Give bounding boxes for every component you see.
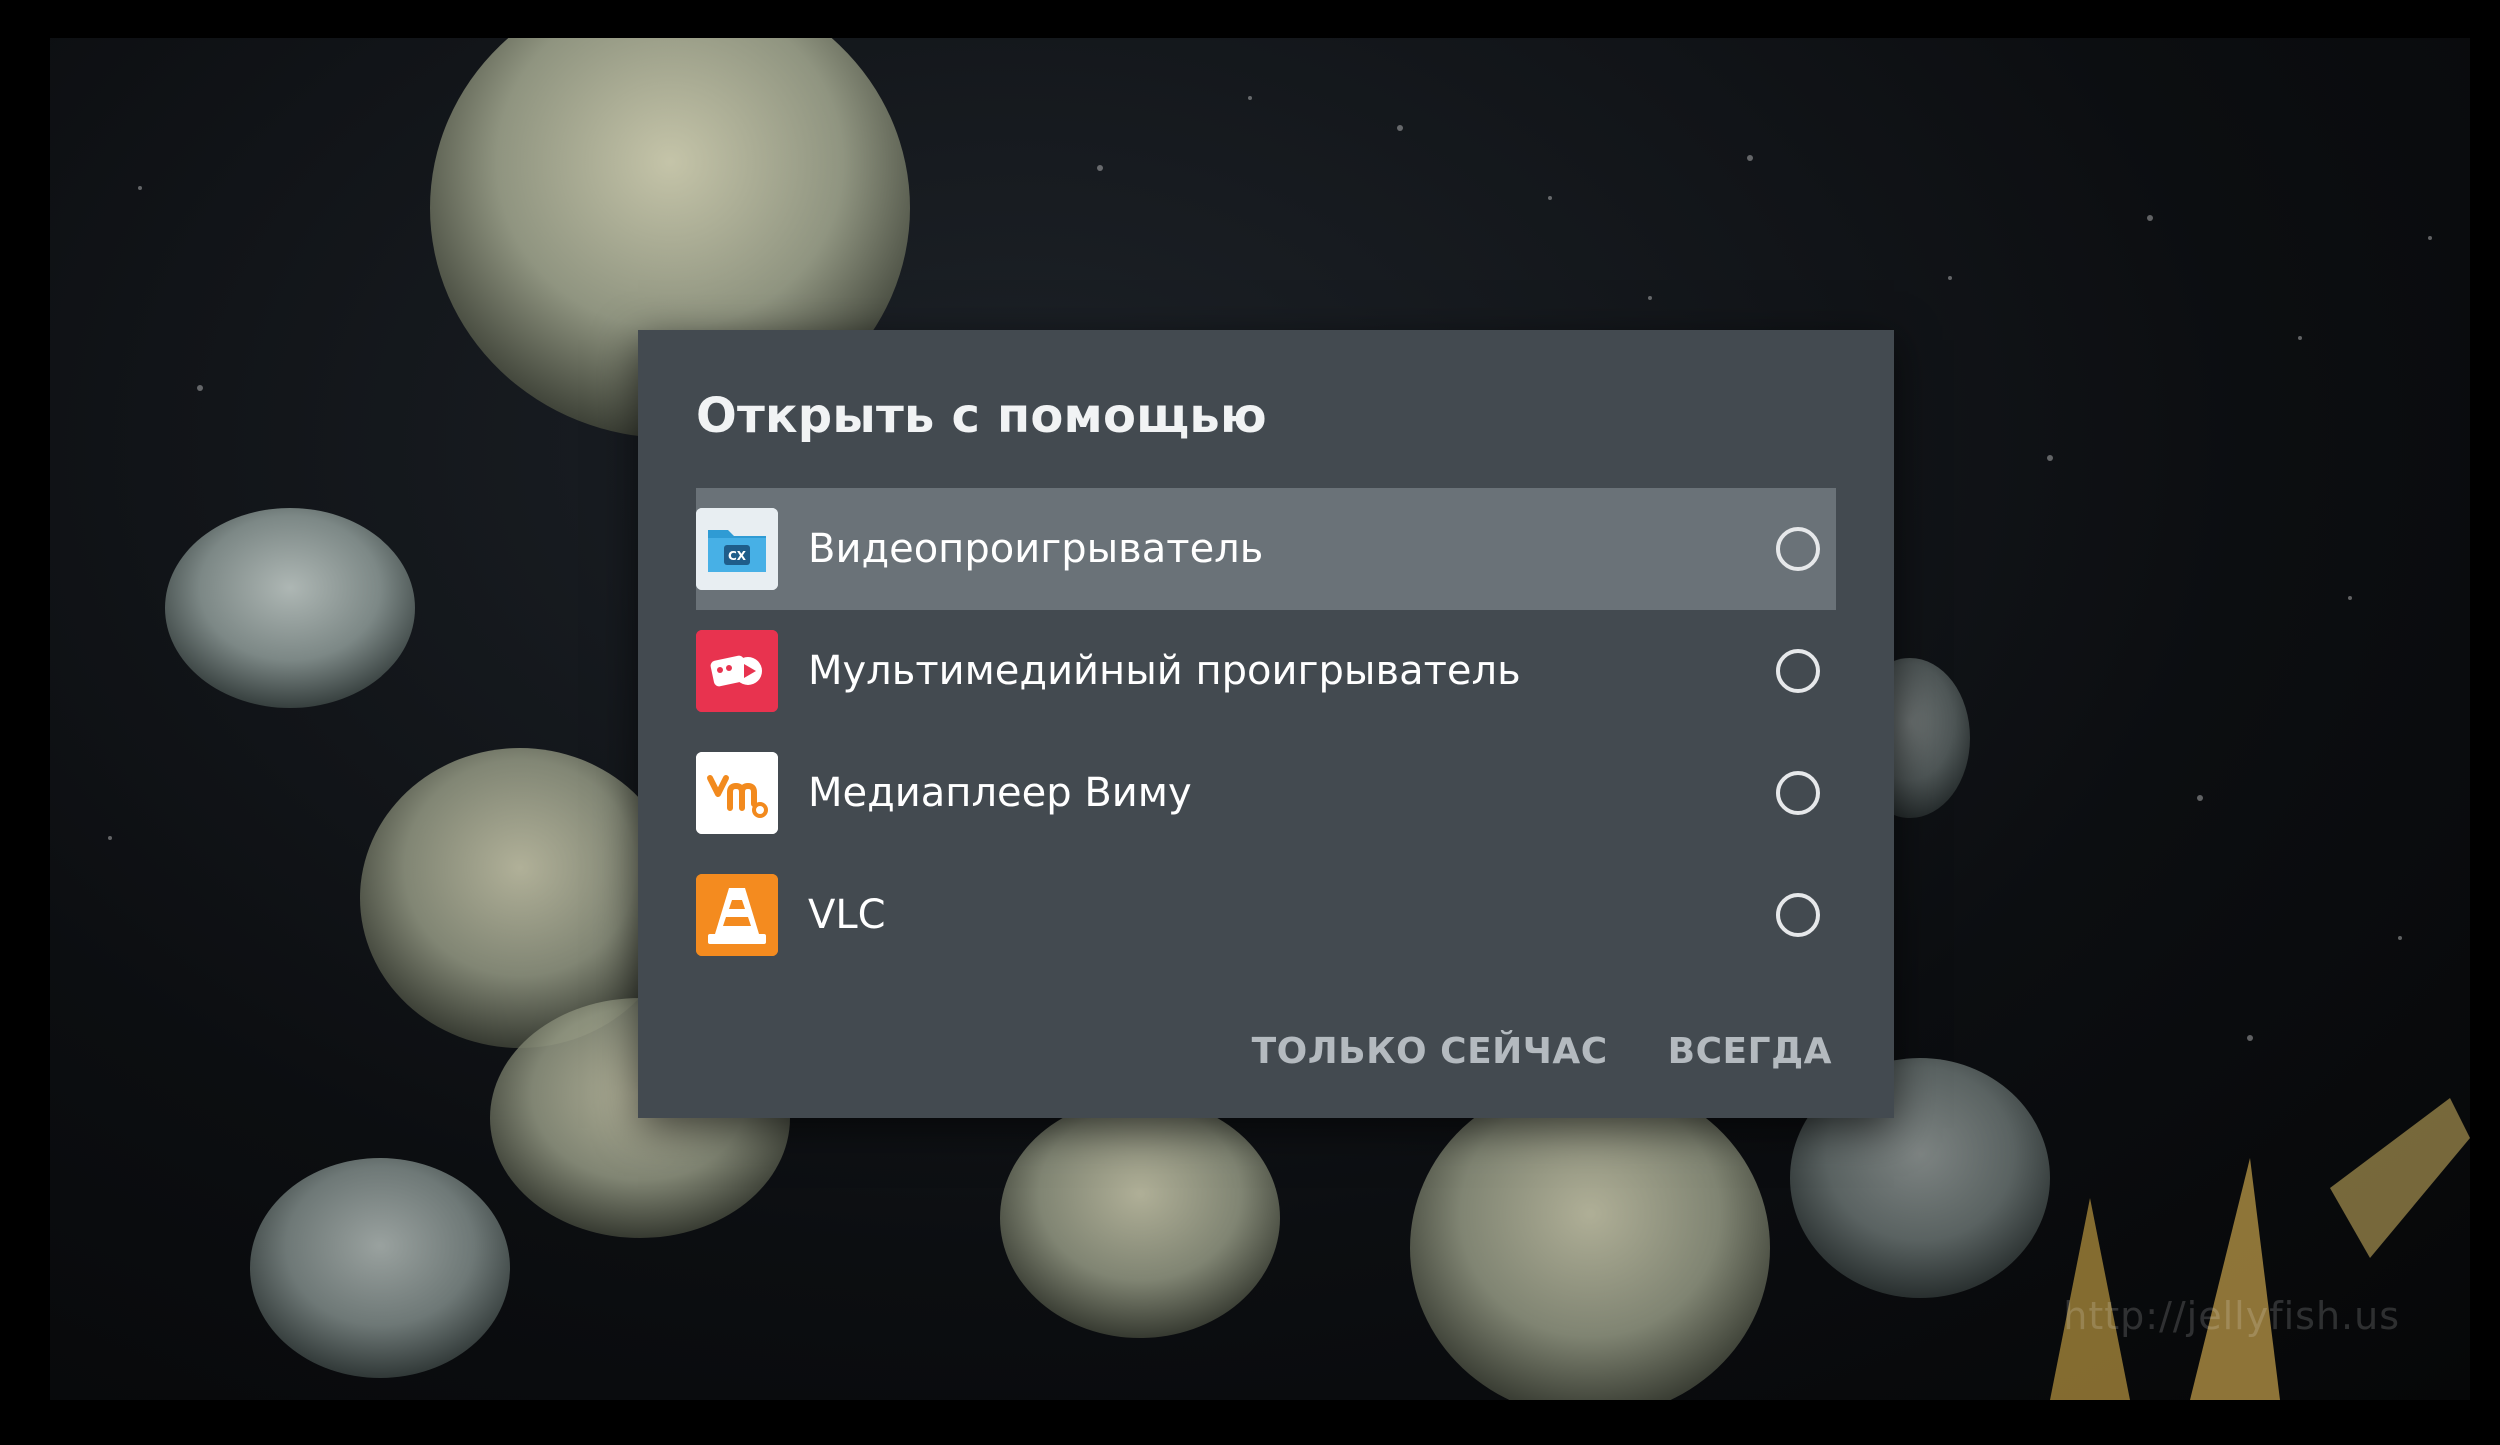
dialog-title: Открыть с помощью [696, 388, 1267, 444]
always-button[interactable]: ВСЕГДА [1668, 1031, 1832, 1072]
radio-button[interactable] [1776, 649, 1820, 693]
open-with-dialog: Открыть с помощью CX Видеопроигрыватель [638, 330, 1894, 1118]
radio-button[interactable] [1776, 893, 1820, 937]
vimu-icon [696, 752, 778, 834]
app-list: CX Видеопроигрыватель Мультимедийный про… [696, 488, 1836, 976]
app-item-vimu[interactable]: Медиаплеер Виму [696, 732, 1836, 854]
folder-cx-icon: CX [696, 508, 778, 590]
just-once-button[interactable]: ТОЛЬКО СЕЙЧАС [1252, 1031, 1608, 1072]
app-item-vlc[interactable]: VLC [696, 854, 1836, 976]
radio-button[interactable] [1776, 527, 1820, 571]
app-label: Видеопроигрыватель [808, 526, 1264, 572]
multimedia-player-icon [696, 630, 778, 712]
app-item-video-player[interactable]: CX Видеопроигрыватель [696, 488, 1836, 610]
svg-text:CX: CX [728, 549, 747, 563]
app-label: Мультимедийный проигрыватель [808, 648, 1521, 694]
watermark: http://jellyfish.us [2063, 1294, 2400, 1338]
dialog-actions: ТОЛЬКО СЕЙЧАС ВСЕГДА [1252, 1031, 1832, 1072]
tv-screen: http://jellyfish.us Открыть с помощью CX… [0, 0, 2500, 1445]
app-label: VLC [808, 892, 886, 938]
vlc-cone-icon [696, 874, 778, 956]
app-label: Медиаплеер Виму [808, 770, 1192, 816]
app-item-multimedia-player[interactable]: Мультимедийный проигрыватель [696, 610, 1836, 732]
radio-button[interactable] [1776, 771, 1820, 815]
